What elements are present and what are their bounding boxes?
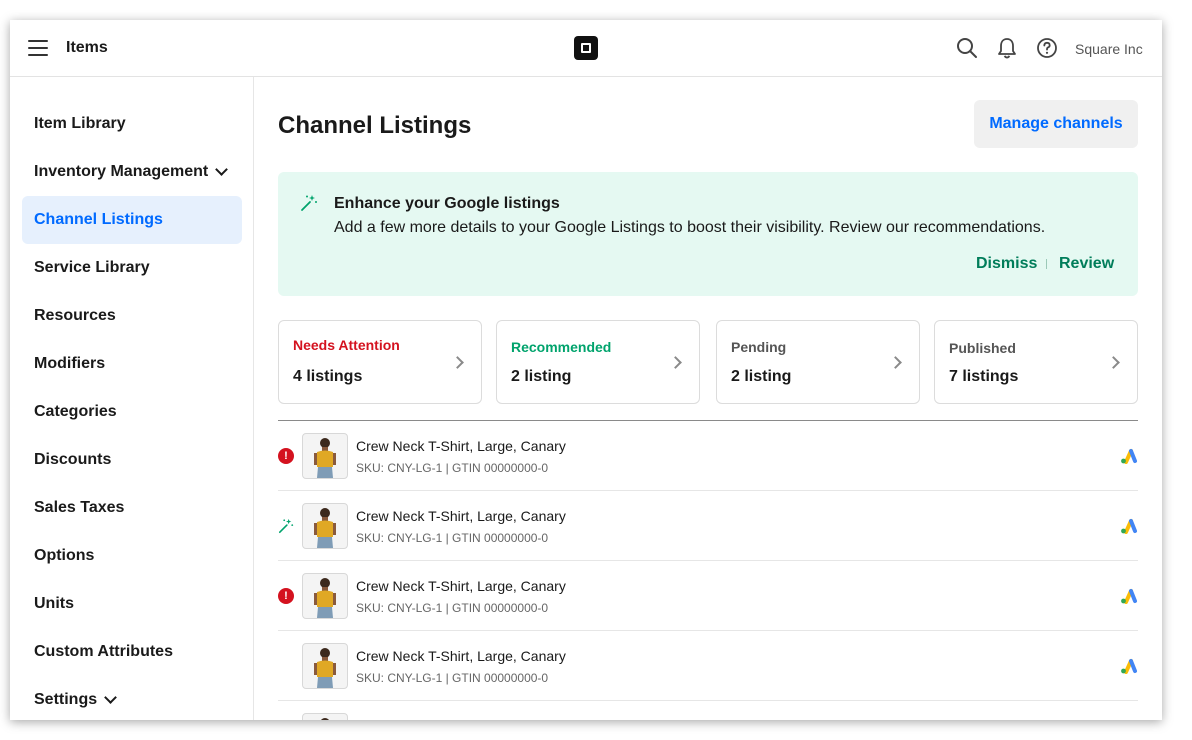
hamburger-icon[interactable] — [28, 40, 48, 56]
status-card-pending[interactable]: Pending 2 listing — [716, 320, 920, 404]
status-card-needs-attention[interactable]: Needs Attention 4 listings — [278, 320, 482, 404]
product-thumbnail — [302, 643, 348, 689]
card-count: 7 listings — [949, 368, 1019, 385]
search-icon[interactable] — [956, 37, 978, 59]
product-thumbnail — [302, 433, 348, 479]
sidebar-item-label: Units — [34, 595, 74, 612]
listing-title: Crew Neck T-Shirt, Large, Canary — [356, 578, 566, 594]
sidebar-item-label: Options — [34, 547, 95, 564]
listing-row[interactable]: Crew Neck T-Shirt, Large, Canary SKU: CN… — [278, 631, 1138, 701]
alert-icon: ! — [278, 588, 294, 604]
banner-divider — [1046, 259, 1047, 269]
main-content: Channel Listings Manage channels Enhance… — [254, 77, 1162, 720]
sidebar: Item Library Inventory Management Channe… — [10, 77, 254, 720]
sidebar-item-discounts[interactable]: Discounts — [22, 436, 242, 484]
listing-title: Crew Neck T-Shirt, Large, Canary — [356, 648, 566, 664]
account-name[interactable]: Square Inc — [1075, 41, 1143, 57]
sidebar-item-label: Channel Listings — [34, 211, 163, 228]
manage-channels-button[interactable]: Manage channels — [974, 100, 1138, 148]
bell-icon[interactable] — [996, 37, 1018, 59]
app-title: Items — [66, 39, 108, 56]
sidebar-item-service-library[interactable]: Service Library — [22, 244, 242, 292]
listing-sku: SKU: CNY-LG-1 | GTIN 00000000-0 — [356, 671, 549, 685]
enhance-banner: Enhance your Google listings Add a few m… — [278, 172, 1138, 296]
listing-sku: SKU: CNY-LG-1 | GTIN 00000000-0 — [356, 601, 549, 615]
listing-sku: SKU: CNY-LG-1 | GTIN 00000000-0 — [356, 461, 549, 475]
listing-row[interactable]: Crew Neck T-Shirt, Large, Canary SKU: CN… — [278, 491, 1138, 561]
sidebar-item-label: Modifiers — [34, 355, 106, 372]
google-ads-icon — [1121, 659, 1137, 674]
sidebar-item-label: Service Library — [34, 259, 150, 276]
page-title: Channel Listings — [278, 112, 472, 139]
square-logo[interactable] — [574, 36, 598, 60]
card-label: Published — [949, 340, 1016, 356]
sidebar-item-categories[interactable]: Categories — [22, 388, 242, 436]
sidebar-item-modifiers[interactable]: Modifiers — [22, 340, 242, 388]
dismiss-button[interactable]: Dismiss — [976, 255, 1037, 273]
listing-title: Crew Neck T-Shirt, Large, Canary — [356, 438, 566, 454]
top-bar: Items Square Inc — [10, 20, 1162, 77]
review-button[interactable]: Review — [1059, 255, 1114, 273]
card-count: 2 listing — [511, 368, 572, 385]
sidebar-item-label: Categories — [34, 403, 117, 420]
product-thumbnail — [302, 503, 348, 549]
sidebar-item-label: Custom Attributes — [34, 643, 173, 660]
card-label: Pending — [731, 339, 787, 355]
listing-sku: SKU: CNY-LG-1 | GTIN 00000000-0 — [356, 531, 549, 545]
sidebar-item-options[interactable]: Options — [22, 532, 242, 580]
status-card-recommended[interactable]: Recommended 2 listing — [496, 320, 700, 404]
product-thumbnail — [302, 713, 348, 720]
google-ads-icon — [1121, 519, 1137, 534]
card-count: 4 listings — [293, 368, 363, 385]
sidebar-item-item-library[interactable]: Item Library — [22, 100, 242, 148]
sidebar-item-channel-listings[interactable]: Channel Listings — [22, 196, 242, 244]
google-ads-icon — [1121, 589, 1137, 604]
google-ads-icon — [1121, 449, 1137, 464]
sidebar-item-label: Resources — [34, 307, 116, 324]
card-count: 2 listing — [731, 368, 792, 385]
listing-row[interactable]: ! Crew Neck T-Shirt, Large, Canary SKU: … — [278, 561, 1138, 631]
help-icon[interactable] — [1036, 37, 1058, 59]
listing-row[interactable] — [278, 701, 1138, 720]
banner-text: Add a few more details to your Google Li… — [334, 219, 1046, 236]
sidebar-item-custom-attributes[interactable]: Custom Attributes — [22, 628, 242, 676]
chevron-right-icon — [451, 356, 464, 369]
sidebar-item-resources[interactable]: Resources — [22, 292, 242, 340]
sidebar-item-inventory-management[interactable]: Inventory Management — [22, 148, 242, 196]
sidebar-item-sales-taxes[interactable]: Sales Taxes — [22, 484, 242, 532]
sparkle-icon — [278, 518, 294, 534]
card-label: Recommended — [511, 339, 612, 355]
alert-icon: ! — [278, 448, 294, 464]
chevron-right-icon — [669, 356, 682, 369]
chevron-right-icon — [889, 356, 902, 369]
sidebar-item-label: Settings — [34, 691, 98, 708]
product-thumbnail — [302, 573, 348, 619]
card-label: Needs Attention — [293, 337, 400, 353]
sidebar-item-settings[interactable]: Settings — [22, 676, 242, 720]
sidebar-item-label: Sales Taxes — [34, 499, 125, 516]
sidebar-item-label: Discounts — [34, 451, 112, 468]
chevron-right-icon — [1107, 356, 1120, 369]
listing-title: Crew Neck T-Shirt, Large, Canary — [356, 508, 566, 524]
chevron-down-icon — [104, 691, 117, 704]
status-card-published[interactable]: Published 7 listings — [934, 320, 1138, 404]
sidebar-item-label: Inventory Management — [34, 163, 209, 180]
sparkle-icon — [301, 195, 317, 211]
sidebar-item-label: Item Library — [34, 115, 126, 132]
chevron-down-icon — [215, 163, 229, 176]
banner-title: Enhance your Google listings — [334, 195, 560, 212]
sidebar-item-units[interactable]: Units — [22, 580, 242, 628]
app-window: Items Square Inc Item Library Inventory … — [10, 20, 1162, 720]
listing-row[interactable]: ! Crew Neck T-Shirt, Large, Canary SKU: … — [278, 421, 1138, 491]
